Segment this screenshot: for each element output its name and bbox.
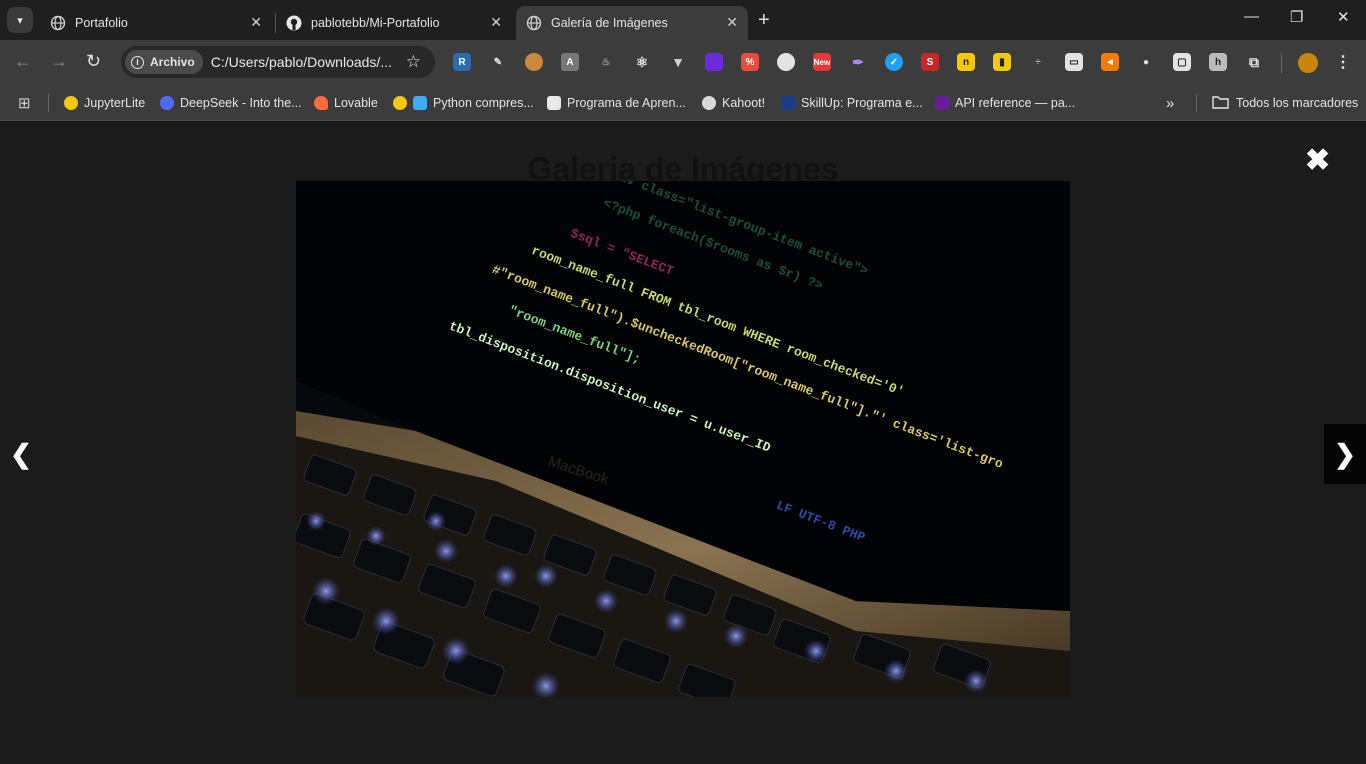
bookmark-favicon-icon [314,96,328,110]
globe-icon [526,15,542,31]
toolbar-separator [1281,53,1282,73]
bookmark-item[interactable]: DeepSeek - Into the... [160,93,302,113]
mouse-icon[interactable]: ● [1137,53,1155,71]
bookmarks-bar: ⊞ JupyterLite DeepSeek - Into the... Lov… [0,86,1366,121]
bookmarks-separator [48,94,49,112]
java-icon[interactable]: ♨ [597,53,615,71]
cookie-icon[interactable] [525,53,543,71]
toolbar: ← → ↻ i Archivo C:/Users/pablo/Downloads… [0,40,1366,86]
shield-icon[interactable]: A [561,53,579,71]
tab-title: Portafolio [75,16,128,30]
close-icon[interactable]: ✕ [250,14,262,31]
bookmark-favicon-icon [64,96,78,110]
window-close-icon[interactable]: ✕ [1337,8,1350,26]
react-icon[interactable]: ⚛ [633,53,651,71]
chevron-double-right-icon[interactable]: » [1166,93,1174,113]
info-icon: i [131,55,144,69]
page-content: Galeria de Imágenes <?php foreach($rooms… [0,121,1366,764]
apps-grid-icon[interactable]: ⊞ [18,93,31,113]
tab-github[interactable]: pablotebb/Mi-Portafolio ✕ [276,6,512,40]
square-ext-icon[interactable]: ▢ [1173,53,1191,71]
tab-strip: ▾ Portafolio ✕ pablotebb/Mi-Portafolio ✕… [0,0,1366,40]
vue-icon[interactable]: ▼ [669,53,687,71]
globe-icon [702,96,716,110]
window-ext-icon[interactable]: ▭ [1065,53,1083,71]
tab-galeria[interactable]: Galería de Imágenes ✕ [516,6,748,40]
avatar[interactable] [1298,53,1318,73]
address-bar[interactable]: i Archivo C:/Users/pablo/Downloads/... ☆ [121,46,435,78]
bookmark-favicon-icon [413,96,427,110]
feather-icon[interactable]: ✒ [849,53,867,71]
bookmark-item[interactable]: JupyterLite [64,93,145,113]
restore-icon[interactable]: ❐ [1290,8,1303,26]
chart-ext-icon[interactable]: ▮ [993,53,1011,71]
previous-image-button[interactable]: ❮ [0,424,42,484]
h-ext-icon[interactable]: h [1209,53,1227,71]
bookmark-item[interactable]: Lovable [314,93,378,113]
laptop-photo: <div class="list-group-item active"> <?p… [296,181,1070,697]
s-ext-icon[interactable]: S [921,53,939,71]
circle-ext-icon[interactable] [777,53,795,71]
eyedropper-icon[interactable]: ✎ [489,53,507,71]
next-image-button[interactable]: ❯ [1324,424,1366,484]
menu-dots-icon[interactable]: ⋮ [1334,53,1352,71]
bookmark-favicon-icon [781,96,795,110]
bookmark-favicon-icon [935,96,949,110]
bookmark-star-icon[interactable]: ☆ [406,52,421,72]
bookmark-favicon-icon [547,96,561,110]
puzzle-icon[interactable]: ⧉ [1245,53,1263,71]
bookmark-item[interactable]: Python compres... [393,93,534,113]
close-icon[interactable]: ✕ [490,14,502,31]
tab-title: Galería de Imágenes [551,16,668,30]
globe-icon [50,15,66,31]
forward-arrow-icon[interactable]: → [50,51,68,72]
tab-portafolio[interactable]: Portafolio ✕ [40,6,272,40]
gallery-image: <div class="list-group-item active"> <?p… [296,181,1070,697]
site-info-chip[interactable]: i Archivo [125,50,203,74]
reload-icon[interactable]: ↻ [86,51,101,72]
bookmark-item[interactable]: API reference — pa... [935,93,1075,113]
extension-r-icon[interactable]: R [453,53,471,71]
bookmark-item[interactable]: Programa de Apren... [547,93,686,113]
split-icon[interactable]: ÷ [1029,53,1047,71]
chevron-left-icon: ❮ [10,438,32,469]
tab-title: pablotebb/Mi-Portafolio [311,16,440,30]
chip-label: Archivo [150,55,195,69]
close-icon[interactable]: ✕ [726,14,738,31]
all-bookmarks-button[interactable]: Todos los marcadores [1212,93,1358,113]
layers-icon[interactable] [705,53,723,71]
bookmark-favicon-icon [160,96,174,110]
minimize-icon[interactable]: — [1244,8,1259,25]
bookmarks-separator [1196,94,1197,112]
url-text[interactable]: C:/Users/pablo/Downloads/... [211,54,395,70]
bookmark-favicon-icon [393,96,407,110]
bookmark-item[interactable]: Kahoot! [702,93,765,113]
lightbox-close-button[interactable]: ✖ [1305,143,1330,178]
new-tab-button[interactable]: + [758,9,770,32]
chevron-down-icon: ▾ [17,14,23,27]
note-ext-icon[interactable]: n [957,53,975,71]
check-circle-icon[interactable]: ✓ [885,53,903,71]
back-arrow-icon[interactable]: ← [14,51,32,72]
chevron-right-icon: ❯ [1334,438,1356,469]
github-icon [286,15,302,31]
audio-ext-icon[interactable]: ◄ [1101,53,1119,71]
bookmark-item[interactable]: SkillUp: Programa e... [781,93,923,113]
new-badge-ext-icon[interactable]: New [813,53,831,71]
folder-icon [1212,95,1229,112]
tab-search-button[interactable]: ▾ [7,7,33,33]
percent-icon[interactable]: % [741,53,759,71]
